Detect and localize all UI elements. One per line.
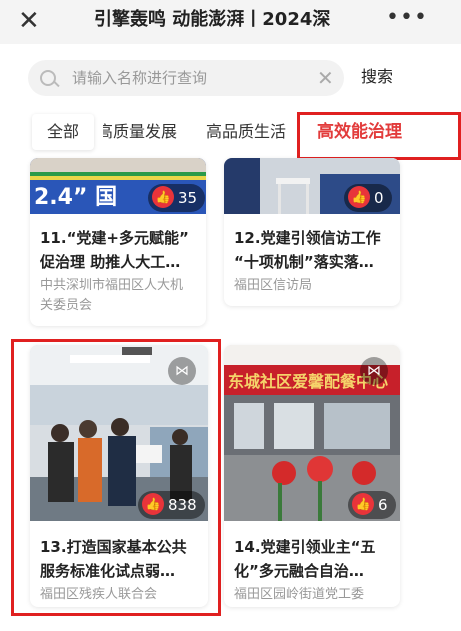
- page-title: 引擎轰鸣 动能澎湃丨2024深: [94, 9, 331, 30]
- like-badge[interactable]: 👍 6: [348, 491, 396, 519]
- like-count: 35: [178, 189, 198, 207]
- tab-high-quality-life[interactable]: 高品质生活: [206, 114, 286, 150]
- share-icon[interactable]: ⋈: [360, 357, 388, 385]
- card-org-line2: 关委员会: [40, 298, 93, 313]
- card-title-line2: 化”多元融合自治…: [234, 562, 364, 580]
- card-title-line2: “十项机制”落实落…: [234, 253, 374, 271]
- card-12[interactable]: 👍 0 12.党建引领信访工作 “十项机制”落实落… 福田区信访局: [224, 158, 400, 306]
- tab-label: 高质量发展: [103, 122, 178, 141]
- more-icon[interactable]: •••: [386, 5, 428, 31]
- like-badge[interactable]: 👍 35: [148, 184, 206, 212]
- search-row: ✕ 搜索: [0, 44, 461, 106]
- search-input[interactable]: [72, 66, 302, 90]
- card-title-line1: 12.党建引领信访工作: [234, 229, 381, 247]
- top-bar: ✕ 引擎轰鸣 动能澎湃丨2024深 •••: [0, 0, 461, 44]
- highlight-box-tab: [297, 112, 461, 160]
- card-title-line1: 14.党建引领业主“五: [234, 538, 376, 556]
- thumbs-up-icon: 👍: [352, 493, 374, 515]
- tab-all[interactable]: 全部: [32, 114, 94, 150]
- search-button[interactable]: 搜索: [361, 66, 393, 88]
- card-org-line1: 福田区信访局: [234, 278, 313, 293]
- card-11[interactable]: 2.4” 国 👍 35 11.“党建+多元赋能” 促治理 助推人大工… 中共深圳市…: [30, 158, 206, 326]
- tab-high-quality-development[interactable]: 高质量发展: [103, 114, 187, 150]
- card-org-line1: 福田区园岭街道党工委: [234, 587, 365, 602]
- card-14[interactable]: 东城社区爱馨配餐中心 ⋈ 👍 6 14.党建引领业主“五 化”多元融合自治… 福田…: [224, 345, 400, 607]
- search-icon: [40, 70, 56, 86]
- card-title-line1: 11.“党建+多元赋能”: [40, 229, 189, 247]
- like-badge[interactable]: 👍 0: [344, 184, 392, 212]
- photo-banner-text: 2.4” 国: [34, 185, 117, 210]
- thumbs-up-icon: 👍: [348, 186, 370, 208]
- search-box: ✕: [28, 60, 344, 96]
- card-title-line2: 促治理 助推人大工…: [40, 253, 181, 271]
- thumbs-up-icon: 👍: [152, 186, 174, 208]
- like-count: 6: [378, 496, 388, 514]
- clear-icon[interactable]: ✕: [317, 67, 334, 89]
- like-count: 0: [374, 189, 384, 207]
- close-icon[interactable]: ✕: [18, 7, 40, 35]
- highlight-box-card: [11, 339, 221, 616]
- card-org-line1: 中共深圳市福田区人大机: [40, 278, 184, 293]
